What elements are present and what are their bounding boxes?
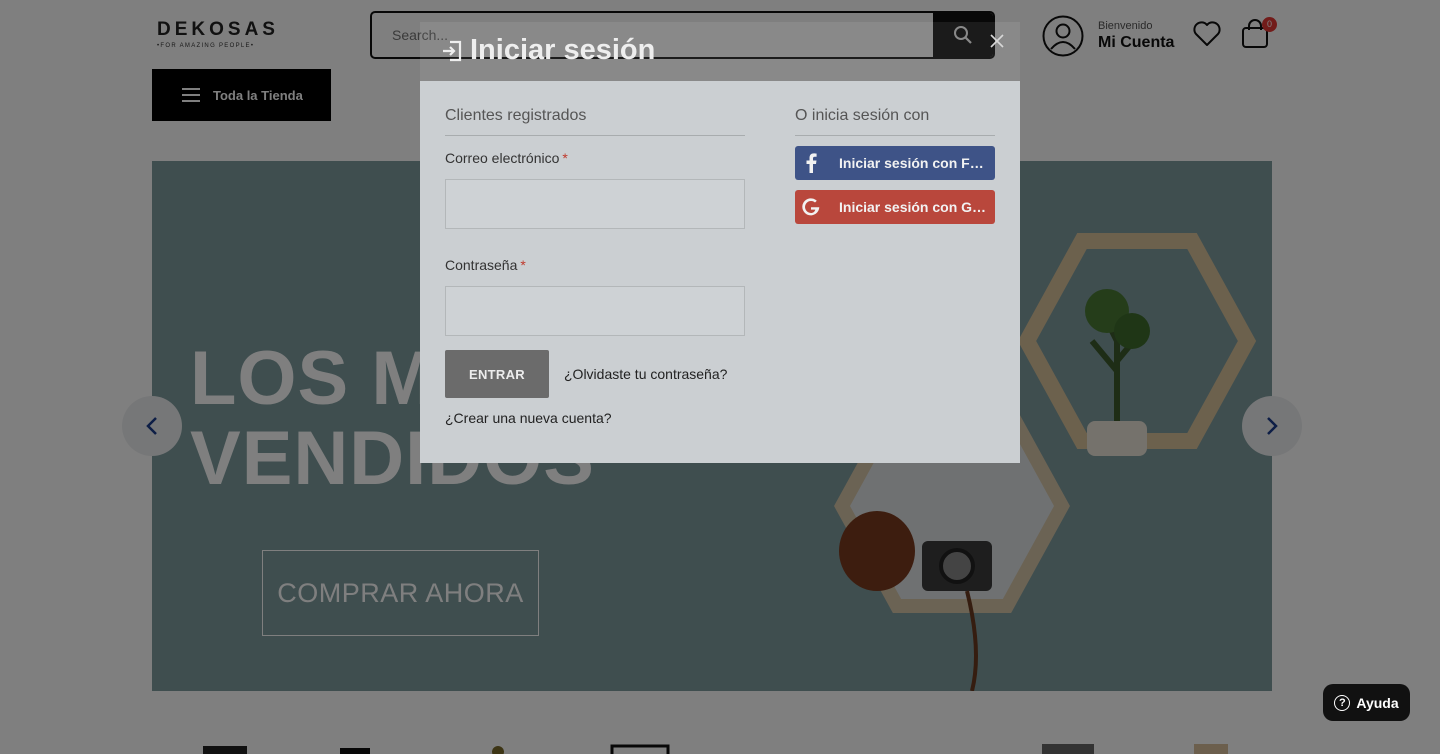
modal-header: Iniciar sesión xyxy=(420,22,1020,81)
login-button[interactable]: ENTRAR xyxy=(445,350,549,398)
password-label-text: Contraseña xyxy=(445,257,518,273)
google-login-button[interactable]: Iniciar sesión con Google xyxy=(795,190,995,224)
facebook-icon xyxy=(795,146,827,180)
facebook-login-label: Iniciar sesión con Facebook xyxy=(839,155,987,171)
required-mark: * xyxy=(562,150,568,166)
password-field[interactable] xyxy=(445,286,745,336)
help-label: Ayuda xyxy=(1356,694,1399,711)
forgot-password-link[interactable]: ¿Olvidaste tu contraseña? xyxy=(564,366,727,382)
login-modal: Iniciar sesión Clientes registrados Corr… xyxy=(420,22,1020,463)
password-label: Contraseña * xyxy=(445,257,745,273)
registered-heading: Clientes registrados xyxy=(445,107,745,136)
required-mark: * xyxy=(520,257,526,273)
modal-close-button[interactable] xyxy=(986,30,1008,52)
help-button[interactable]: ? Ayuda xyxy=(1323,684,1410,721)
login-icon xyxy=(443,40,462,61)
modal-body: Clientes registrados Correo electrónico *… xyxy=(420,81,1020,463)
facebook-login-button[interactable]: Iniciar sesión con Facebook xyxy=(795,146,995,180)
google-login-label: Iniciar sesión con Google xyxy=(839,199,987,215)
registered-customers-section: Clientes registrados Correo electrónico *… xyxy=(445,107,745,426)
social-heading: O inicia sesión con xyxy=(795,107,995,136)
google-icon xyxy=(795,190,827,224)
email-field[interactable] xyxy=(445,179,745,229)
social-login-section: O inicia sesión con Iniciar sesión con F… xyxy=(795,107,995,224)
modal-title: Iniciar sesión xyxy=(442,34,655,67)
close-icon xyxy=(990,34,1004,48)
create-account-link[interactable]: ¿Crear una nueva cuenta? xyxy=(445,410,745,426)
question-icon: ? xyxy=(1334,694,1351,711)
modal-title-text: Iniciar sesión xyxy=(470,34,656,66)
email-label: Correo electrónico * xyxy=(445,150,745,166)
email-label-text: Correo electrónico xyxy=(445,150,560,166)
